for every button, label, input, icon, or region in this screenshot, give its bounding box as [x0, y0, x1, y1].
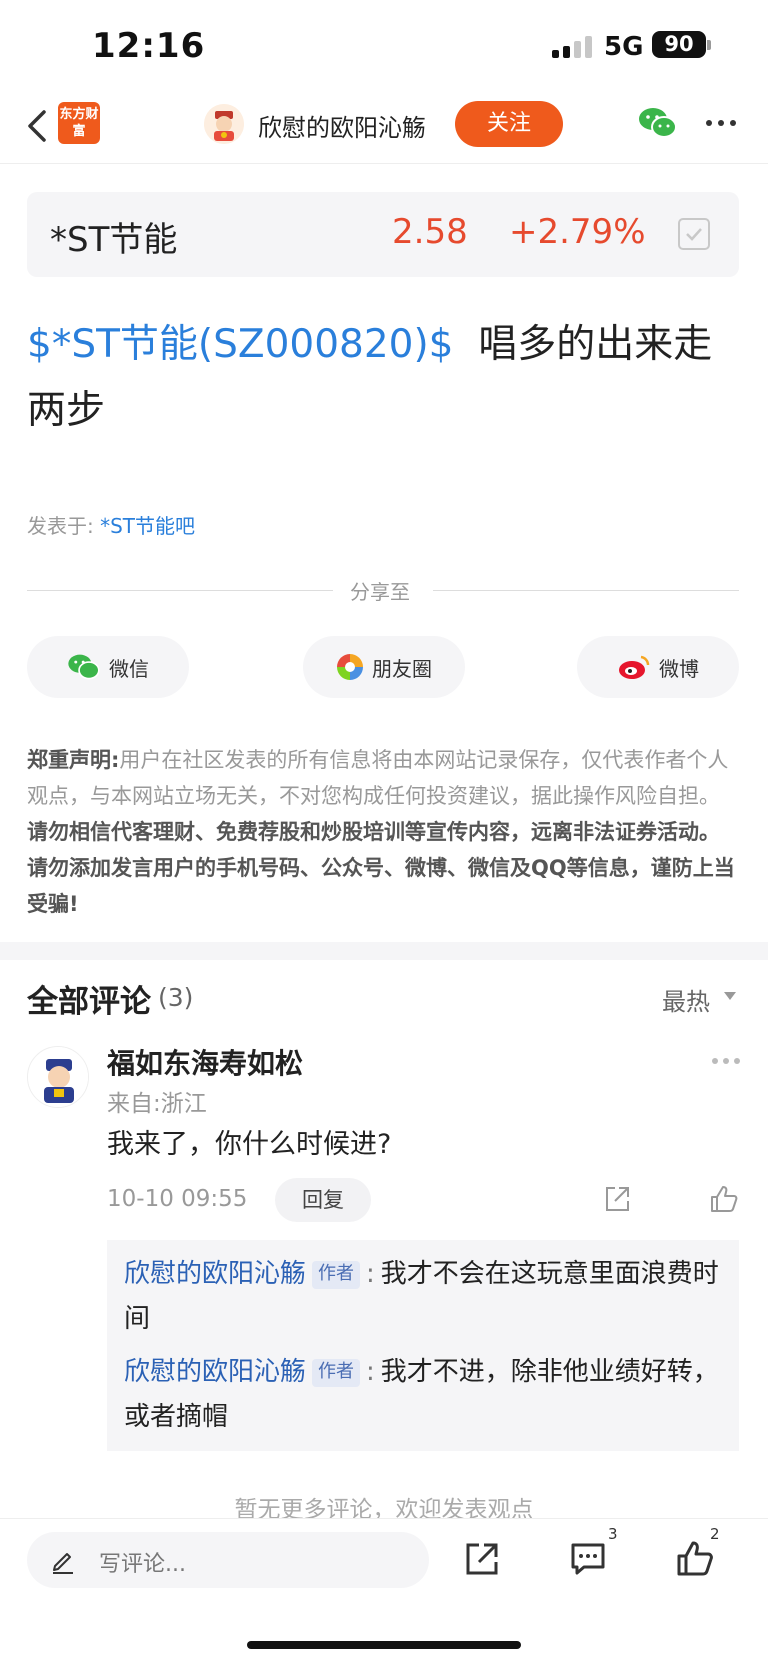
- disclaimer-text: 用户在社区发表的所有信息将由本网站记录保存，仅代表作者个人观点，与本网站立场无关…: [27, 748, 729, 808]
- stock-name: *ST节能: [50, 220, 178, 260]
- write-comment-input[interactable]: 写评论...: [27, 1532, 429, 1588]
- app-logo[interactable]: 东方财富: [58, 102, 100, 144]
- section-divider: [0, 942, 768, 960]
- stock-bar-link[interactable]: *ST节能吧: [100, 514, 195, 538]
- more-options-icon[interactable]: [706, 120, 736, 128]
- posted-in: 发表于: *ST节能吧: [27, 510, 195, 539]
- reply-author[interactable]: 欣慰的欧阳沁觞: [124, 1357, 306, 1387]
- status-bar: 12:16 5G 90: [0, 0, 768, 92]
- stock-tag-link[interactable]: $*ST节能(SZ000820)$: [27, 322, 454, 367]
- comment-count-badge: 3: [608, 1525, 618, 1543]
- reply-item[interactable]: 欣慰的欧阳沁觞 作者: 我才不进，除非他业绩好转，或者摘帽: [124, 1350, 724, 1440]
- author-badge: 作者: [312, 1359, 361, 1387]
- caret-down-icon[interactable]: [724, 992, 736, 1000]
- comment-time: 10-10 09:55: [107, 1186, 248, 1212]
- reply-author[interactable]: 欣慰的欧阳沁觞: [124, 1259, 306, 1289]
- stock-price: 2.58: [392, 212, 468, 252]
- share-wechat-label: 微信: [109, 656, 149, 681]
- commenter-location: 来自:浙江: [107, 1091, 207, 1117]
- replies-box: 欣慰的欧阳沁觞 作者: 我才不会在这玩意里面浪费时间 欣慰的欧阳沁觞 作者: 我才不进，…: [107, 1240, 739, 1451]
- reply-colon: :: [366, 1259, 375, 1289]
- comments-count: (3): [158, 983, 194, 1012]
- commenter-name[interactable]: 福如东海寿如松: [107, 1042, 303, 1082]
- commenter-avatar[interactable]: [27, 1046, 89, 1108]
- comment-share-icon[interactable]: [602, 1184, 632, 1214]
- reply-item[interactable]: 欣慰的欧阳沁觞 作者: 我才不会在这玩意里面浪费时间: [124, 1252, 724, 1342]
- like-count-badge: 2: [710, 1525, 720, 1543]
- signal-icon: [552, 34, 592, 58]
- comment-more-icon[interactable]: [712, 1058, 740, 1064]
- comment-like-icon[interactable]: [709, 1184, 739, 1214]
- top-nav: 东方财富 欣慰的欧阳沁觞 关注: [0, 92, 768, 164]
- share-label: 分享至: [350, 580, 410, 604]
- back-arrow-icon[interactable]: [22, 106, 54, 146]
- share-moments-button[interactable]: 朋友圈: [303, 636, 465, 698]
- posted-label: 发表于:: [27, 514, 94, 538]
- share-icon[interactable]: [462, 1539, 502, 1579]
- add-watchlist-checkbox[interactable]: [678, 218, 710, 250]
- disclaimer: 郑重声明:用户在社区发表的所有信息将由本网站记录保存，仅代表作者个人观点，与本网…: [27, 742, 739, 922]
- wechat-icon: [68, 654, 100, 680]
- pencil-icon: [53, 1553, 73, 1574]
- network-type: 5G: [604, 32, 644, 62]
- weibo-icon: [619, 655, 650, 679]
- comment-placeholder: 写评论...: [99, 1552, 186, 1577]
- share-moments-label: 朋友圈: [372, 656, 432, 681]
- reply-colon: :: [366, 1357, 375, 1387]
- share-divider-left: [27, 590, 333, 591]
- reply-button[interactable]: 回复: [275, 1178, 371, 1222]
- stock-change: +2.79%: [509, 212, 646, 252]
- home-indicator[interactable]: [247, 1641, 521, 1649]
- author-badge: 作者: [312, 1261, 361, 1289]
- share-divider-right: [433, 590, 739, 591]
- stock-quote-card[interactable]: *ST节能 2.58 +2.79%: [27, 192, 739, 277]
- bottom-action-bar: 写评论... 3 2: [0, 1518, 768, 1662]
- sort-dropdown[interactable]: 最热: [662, 982, 710, 1017]
- moments-icon: [337, 654, 363, 680]
- like-icon[interactable]: [675, 1539, 715, 1579]
- post-title: $*ST节能(SZ000820)$ 唱多的出来走两步: [27, 312, 739, 444]
- share-weibo-button[interactable]: 微博: [577, 636, 739, 698]
- disclaimer-warning: 请勿相信代客理财、免费荐股和炒股培训等宣传内容，远离非法证券活动。请勿添加发言用…: [27, 820, 735, 916]
- comment-icon[interactable]: [568, 1539, 608, 1579]
- share-wechat-button[interactable]: 微信: [27, 636, 189, 698]
- follow-button[interactable]: 关注: [455, 101, 563, 147]
- author-name[interactable]: 欣慰的欧阳沁觞: [258, 108, 426, 143]
- share-weibo-label: 微博: [659, 656, 699, 681]
- comments-title: 全部评论: [27, 984, 151, 1020]
- disclaimer-lead: 郑重声明:: [27, 748, 120, 772]
- wechat-share-icon[interactable]: [638, 106, 678, 140]
- comment-text: 我来了，你什么时候进?: [107, 1129, 392, 1160]
- author-avatar[interactable]: [204, 104, 244, 144]
- status-time: 12:16: [92, 26, 206, 66]
- battery-icon: 90: [652, 31, 706, 58]
- battery-tip: [707, 40, 711, 50]
